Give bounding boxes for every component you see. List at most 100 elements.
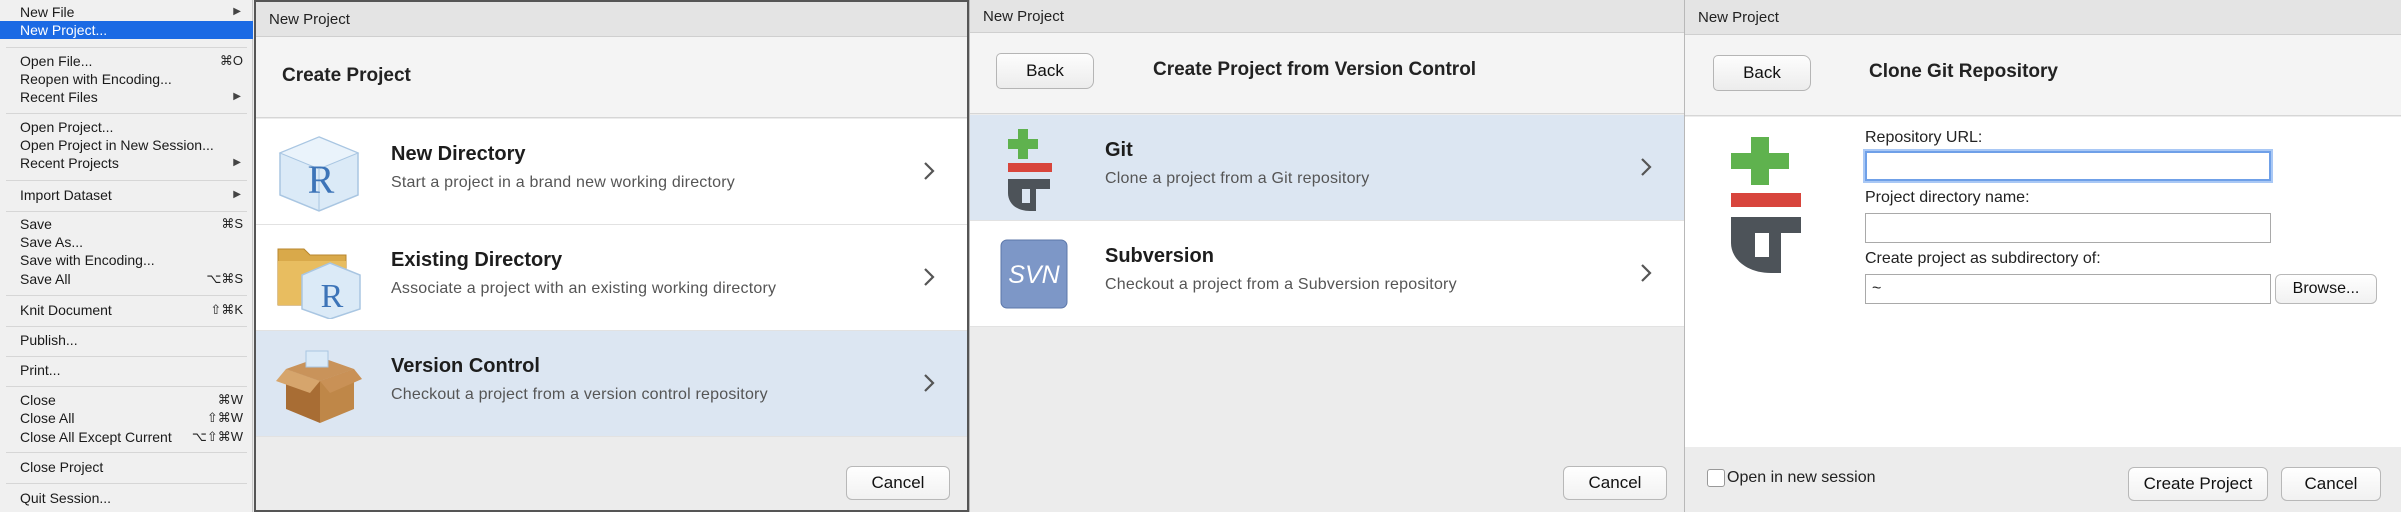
menu-item-save-as[interactable]: Save As... (0, 233, 253, 251)
create-project-button[interactable]: Create Project (2128, 467, 2268, 501)
back-button[interactable]: Back (1713, 55, 1811, 91)
git-logo-icon (1725, 135, 1803, 275)
option-new-directory[interactable]: R New Directory Start a project in a bra… (256, 119, 967, 225)
menu-separator (6, 180, 247, 181)
chevron-right-icon (1641, 158, 1652, 176)
menu-item-label: Recent Projects (20, 155, 119, 171)
menu-item-save[interactable]: Save ⌘S (0, 215, 253, 233)
menu-separator (6, 113, 247, 114)
chevron-right-icon (1641, 264, 1652, 282)
menu-item-save-with-encoding[interactable]: Save with Encoding... (0, 251, 253, 269)
menu-item-publish[interactable]: Publish... (0, 331, 253, 349)
menu-separator (6, 295, 247, 296)
browse-button[interactable]: Browse... (2275, 274, 2377, 304)
menu-separator (6, 326, 247, 327)
option-git[interactable]: Git Clone a project from a Git repositor… (970, 115, 1684, 221)
dialog-header: Back Clone Git Repository (1685, 35, 2401, 116)
form-area: Repository URL: Project directory name: … (1685, 117, 2401, 447)
menu-item-close-all[interactable]: Close All ⇧⌘W (0, 409, 253, 427)
menu-item-label: Import Dataset (20, 187, 112, 203)
page-title: Create Project from Version Control (1153, 59, 1477, 80)
cancel-button[interactable]: Cancel (1563, 466, 1667, 500)
menu-shortcut: ⌘O (219, 53, 243, 68)
menu-item-label: Reopen with Encoding... (20, 71, 172, 87)
menu-item-label: Open File... (20, 53, 93, 69)
menu-item-save-all[interactable]: Save All ⌥⌘S (0, 270, 253, 288)
submenu-arrow-icon: ▶ (233, 189, 241, 200)
menu-item-knit-document[interactable]: Knit Document ⇧⌘K (0, 301, 253, 319)
menu-shortcut: ⌥⇧⌘W (191, 429, 243, 444)
menu-item-reopen-with-encoding[interactable]: Reopen with Encoding... (0, 70, 253, 88)
chevron-right-icon (924, 268, 935, 286)
git-icon (1000, 127, 1056, 211)
dir-name-label: Project directory name: (1865, 189, 2030, 206)
dir-name-input[interactable] (1865, 213, 2271, 243)
dialog-header: Back Create Project from Version Control (970, 33, 1684, 114)
submenu-arrow-icon: ▶ (233, 91, 241, 102)
menu-shortcut: ⌘S (221, 216, 243, 231)
r-letter: R (308, 157, 335, 202)
back-button-label: Back (1743, 63, 1781, 82)
menu-item-open-project[interactable]: Open Project... (0, 118, 253, 136)
menu-item-close[interactable]: Close ⌘W (0, 391, 253, 409)
menu-item-print[interactable]: Print... (0, 361, 253, 379)
menu-item-label: Recent Files (20, 89, 98, 105)
menu-item-recent-projects[interactable]: Recent Projects ▶ (0, 154, 253, 172)
menu-item-recent-files[interactable]: Recent Files ▶ (0, 88, 253, 106)
menu-item-label: Close Project (20, 459, 104, 475)
version-control-dialog: New Project Back Create Project from Ver… (969, 0, 1684, 512)
cancel-button[interactable]: Cancel (2281, 467, 2381, 501)
menu-item-import-dataset[interactable]: Import Dataset ▶ (0, 186, 253, 204)
menu-separator (6, 483, 247, 484)
subdir-input[interactable]: ~ (1865, 274, 2271, 304)
option-version-control[interactable]: Version Control Checkout a project from … (256, 331, 967, 437)
menu-item-open-file[interactable]: Open File... ⌘O (0, 52, 253, 70)
open-new-session-checkbox[interactable] (1707, 469, 1725, 487)
window-title: New Project (256, 2, 967, 37)
menu-item-quit-session[interactable]: Quit Session... (0, 489, 253, 507)
back-button[interactable]: Back (996, 53, 1094, 89)
box-icon (276, 345, 362, 425)
menu-item-new-project[interactable]: New Project... (0, 21, 253, 39)
menu-item-close-all-except-current[interactable]: Close All Except Current ⌥⇧⌘W (0, 428, 253, 446)
repo-url-label: Repository URL: (1865, 129, 1983, 146)
option-subtitle: Associate a project with an existing wor… (391, 280, 777, 297)
menu-item-label: Print... (20, 362, 61, 378)
menu-separator (6, 211, 247, 212)
menu-item-new-file[interactable]: New File ▶ (0, 3, 253, 21)
option-title: New Directory (391, 143, 526, 165)
cancel-button[interactable]: Cancel (846, 466, 950, 500)
option-title: Subversion (1105, 245, 1214, 267)
menu-item-label: Publish... (20, 332, 78, 348)
option-title: Version Control (391, 355, 540, 377)
menu-item-open-project-new-session[interactable]: Open Project in New Session... (0, 136, 253, 154)
new-project-dialog: New Project Create Project R New Directo… (254, 0, 969, 512)
window-title: New Project (970, 0, 1684, 33)
menu-shortcut: ⌥⌘S (206, 271, 243, 286)
menu-item-close-project[interactable]: Close Project (0, 458, 253, 476)
menu-item-label: Save with Encoding... (20, 252, 155, 268)
folder-r-icon: R (276, 239, 362, 320)
menu-item-label: Knit Document (20, 302, 112, 318)
submenu-arrow-icon: ▶ (233, 157, 241, 168)
r-cube-icon: R (276, 133, 362, 213)
option-title: Existing Directory (391, 249, 563, 271)
option-subversion[interactable]: SVN Subversion Checkout a project from a… (970, 221, 1684, 327)
window-title: New Project (1685, 0, 2401, 35)
file-menu: New File ▶ New Project... Open File... ⌘… (0, 0, 253, 512)
dialog-header: Create Project (256, 37, 967, 118)
menu-shortcut: ⌘W (217, 392, 243, 407)
menu-item-label: Open Project in New Session... (20, 137, 214, 153)
repo-url-input[interactable] (1865, 151, 2271, 181)
page-title: Clone Git Repository (1869, 61, 2058, 82)
menu-item-label: Save (20, 216, 52, 232)
subdir-label: Create project as subdirectory of: (1865, 250, 2101, 267)
menu-shortcut: ⇧⌘W (206, 410, 243, 425)
menu-item-label: Open Project... (20, 119, 114, 135)
menu-item-label: New Project... (20, 22, 108, 38)
option-existing-directory[interactable]: R Existing Directory Associate a project… (256, 225, 967, 331)
menu-separator (6, 356, 247, 357)
back-button-label: Back (1026, 61, 1064, 80)
menu-separator (6, 47, 247, 48)
project-type-list: R New Directory Start a project in a bra… (256, 119, 967, 437)
